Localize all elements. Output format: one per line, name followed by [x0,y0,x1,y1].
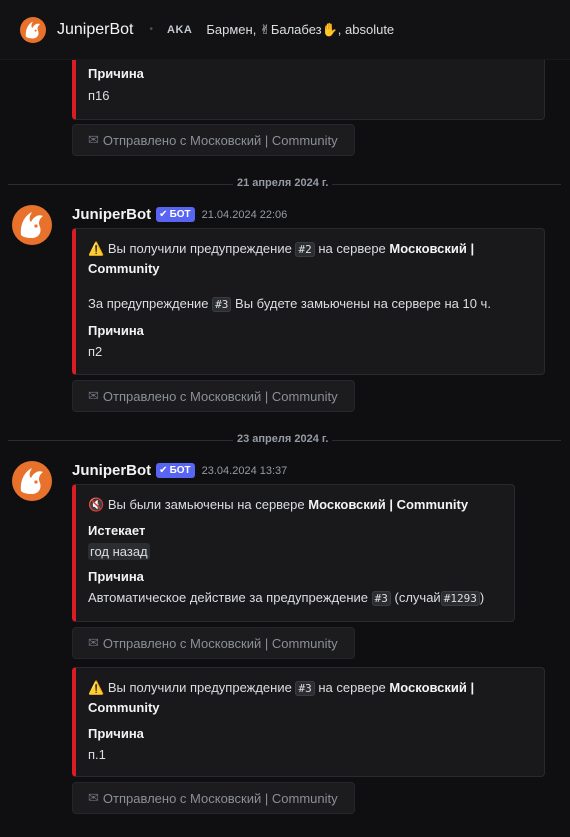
warning-number: #3 [295,681,315,696]
reason-value: п.1 [88,747,106,762]
expires-value: год назад [88,543,150,560]
server-name: Московский | [389,680,475,695]
reason-value: Автоматическое действие за предупреждени… [88,590,485,606]
author-name[interactable]: JuniperBot [72,206,151,223]
fox-icon [20,468,43,494]
warning-number: #2 [295,242,315,257]
envelope-icon: ✉ [88,635,99,650]
envelope-icon: ✉ [88,388,99,403]
envelope-icon: ✉ [88,132,99,147]
header-name[interactable]: JuniperBot [57,21,134,39]
warning-text: ⚠️ Вы получили предупреждение #3 на серв… [88,680,475,715]
header-separator-dot: • [149,24,154,35]
source-button-label: Отправлено с Московский | Community [102,132,338,148]
mute-text: 🔇 Вы были замьючены на сервере Московски… [88,497,469,512]
timestamp: 21.04.2024 22:06 [201,208,288,221]
muted-speaker-icon: 🔇 [88,497,105,512]
reason-value: п2 [88,344,103,359]
check-icon: ✔ [159,465,168,476]
envelope-icon: ✉ [88,790,99,805]
aka-label: AKA [167,23,193,36]
date-divider-1: 21 апреля 2024 г. [233,177,333,189]
source-button-label: Отправлено с Московский | Community [102,635,338,651]
warning-embed: ⚠️ Вы получили предупреждение #2 на серв… [72,228,545,375]
bot-badge: ✔ БОТ [156,207,195,222]
message-avatar[interactable] [12,461,52,501]
case-number: #1293 [440,591,480,606]
source-button-2[interactable]: ✉ Отправлено с Московский | Community [72,380,355,412]
server-name: Московский | [389,241,475,256]
mute-notice: За предупреждение #3 Вы будете замьючены… [88,296,491,312]
reason-label: Причина [88,323,144,338]
check-icon: ✔ [159,209,168,220]
reason-label: Причина [88,569,144,584]
reason-label: Причина [88,726,144,741]
warning-number: #3 [371,591,391,606]
warning-threshold: #3 [212,297,232,312]
source-button-label: Отправлено с Московский | Community [102,790,338,806]
source-button-4[interactable]: ✉ Отправлено с Московский | Community [72,782,355,814]
reason-value: п16 [88,88,110,103]
message-header: JuniperBot ✔ БОТ 23.04.2024 13:37 [72,462,287,479]
warning-embed-2: ⚠️ Вы получили предупреждение #3 на серв… [72,667,545,777]
bot-badge: ✔ БОТ [156,463,195,478]
warning-icon: ⚠️ [88,241,105,256]
juniperbot-avatar[interactable] [20,16,46,43]
server-name: Московский | Community [308,497,469,512]
source-button-1[interactable]: ✉ Отправлено с Московский | Community [72,124,355,156]
warning-text: ⚠️ Вы получили предупреждение #2 на серв… [88,241,475,276]
message-avatar[interactable] [12,205,52,245]
reason-label: Причина [88,66,144,81]
source-button-label: Отправлено с Московский | Community [102,388,338,404]
date-divider-2: 23 апреля 2024 г. [233,433,333,445]
author-name[interactable]: JuniperBot [72,462,151,479]
fox-icon [20,212,43,238]
expires-label: Истекает [88,523,146,538]
message-header: JuniperBot ✔ БОТ 21.04.2024 22:06 [72,206,287,223]
timestamp: 23.04.2024 13:37 [201,464,288,477]
mute-embed: 🔇 Вы были замьючены на сервере Московски… [72,484,515,622]
source-button-3[interactable]: ✉ Отправлено с Московский | Community [72,627,355,659]
warning-icon: ⚠️ [88,680,105,695]
channel-header: JuniperBot • AKA Бармен, ✌Балабез✋, abso… [0,0,570,60]
nicknames: Бармен, ✌Балабез✋, absolute [206,21,395,37]
fox-icon [25,21,41,38]
